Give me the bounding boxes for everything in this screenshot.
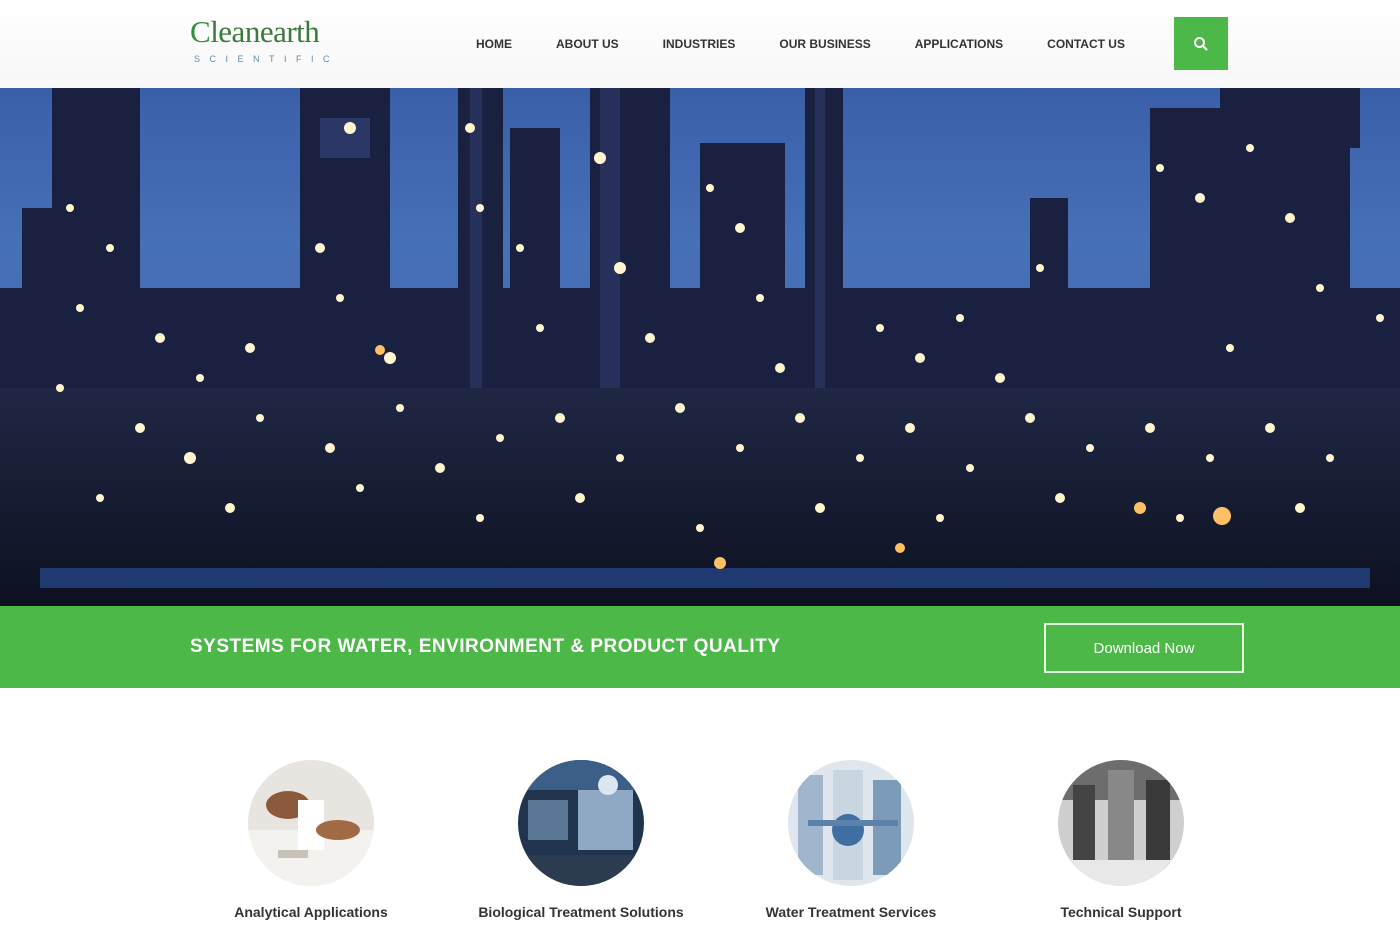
service-technical-support[interactable]: Technical Support — [1006, 760, 1236, 920]
service-image — [1058, 760, 1184, 886]
main-nav: HOME ABOUT US INDUSTRIES OUR BUSINESS AP… — [476, 34, 1125, 54]
service-biological[interactable]: Biological Treatment Solutions — [466, 760, 696, 920]
nav-item-about-us[interactable]: ABOUT US — [556, 37, 619, 51]
logo-wordmark: Cleanearth — [190, 14, 320, 50]
banner-headline: SYSTEMS FOR WATER, ENVIRONMENT & PRODUCT… — [190, 636, 781, 657]
service-label: Analytical Applications — [234, 904, 388, 920]
service-analytical[interactable]: Analytical Applications — [196, 760, 426, 920]
service-label: Biological Treatment Solutions — [478, 904, 684, 920]
logo-initial: C — [190, 14, 211, 49]
hero-image — [0, 88, 1400, 606]
site-header: Cleanearth SCIENTIFIC HOME ABOUT US INDU… — [0, 0, 1400, 88]
search-button[interactable] — [1174, 17, 1228, 70]
logo[interactable]: Cleanearth SCIENTIFIC — [190, 14, 360, 70]
service-label: Technical Support — [1060, 904, 1182, 920]
download-button[interactable]: Download Now — [1044, 623, 1244, 673]
service-water-treatment[interactable]: Water Treatment Services — [736, 760, 966, 920]
nav-item-applications[interactable]: APPLICATIONS — [915, 37, 1003, 51]
service-image — [518, 760, 644, 886]
logo-tagline: SCIENTIFIC — [194, 54, 340, 64]
service-label: Water Treatment Services — [765, 904, 937, 920]
nav-item-industries[interactable]: INDUSTRIES — [663, 37, 736, 51]
cta-banner: SYSTEMS FOR WATER, ENVIRONMENT & PRODUCT… — [0, 606, 1400, 688]
service-image — [788, 760, 914, 886]
service-image — [248, 760, 374, 886]
nav-item-home[interactable]: HOME — [476, 37, 512, 51]
services-section: Analytical Applications Biological Treat… — [0, 688, 1400, 932]
refinery-illustration — [0, 88, 1400, 606]
logo-text: leanearth — [210, 14, 320, 49]
nav-item-contact-us[interactable]: CONTACT US — [1047, 37, 1125, 51]
search-icon — [1194, 36, 1208, 51]
nav-item-our-business[interactable]: OUR BUSINESS — [779, 37, 870, 51]
